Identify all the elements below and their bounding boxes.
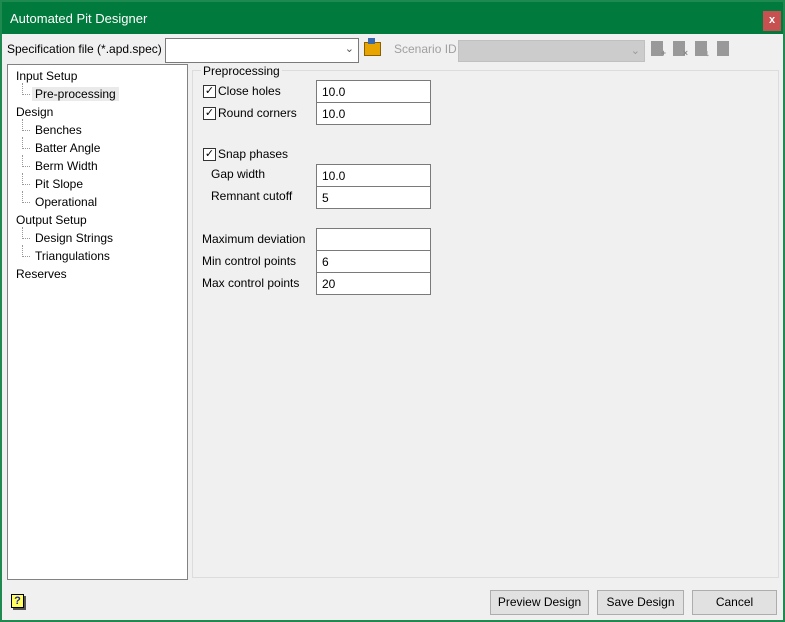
tree-item[interactable]: Design (16, 105, 53, 119)
new-scenario-icon[interactable]: + (651, 41, 666, 58)
navigation-tree: Input Setup Pre-processing Design Benches Ba… (7, 64, 188, 580)
tree-item[interactable]: Pit Slope (35, 177, 83, 191)
tree-item[interactable]: Operational (35, 195, 97, 209)
snap-phases-label: Snap phases (218, 147, 289, 161)
close-button[interactable]: x (763, 11, 781, 31)
tree-connector (22, 227, 30, 239)
document-icon[interactable] (717, 41, 729, 56)
window-title: Automated Pit Designer (10, 11, 148, 26)
tree-connector (22, 155, 30, 167)
tree-connector (22, 83, 30, 95)
spec-file-combo[interactable]: ⌄ (165, 38, 359, 63)
tree-connector (22, 191, 30, 203)
dialog-window: Automated Pit Designer x Specification f… (2, 2, 783, 620)
preview-design-button[interactable]: Preview Design (490, 590, 589, 615)
tree-connector (22, 245, 30, 257)
round-corners-label: Round corners (218, 106, 297, 120)
cancel-button[interactable]: Cancel (692, 590, 777, 615)
chevron-down-icon: ⌄ (344, 43, 354, 55)
remnant-cutoff-label: Remnant cutoff (211, 189, 293, 203)
tree-connector (22, 137, 30, 149)
open-folder-icon[interactable] (364, 38, 381, 56)
round-corners-input[interactable] (316, 102, 431, 125)
save-design-button[interactable]: Save Design (597, 590, 684, 615)
round-corners-checkbox[interactable]: ✓ (203, 107, 216, 120)
min-control-points-label: Min control points (202, 254, 297, 268)
tree-item[interactable]: Reserves (16, 267, 67, 281)
tree-item[interactable]: Pre-processing (32, 87, 119, 101)
help-icon[interactable]: ? (11, 594, 24, 608)
max-deviation-input[interactable] (316, 228, 431, 251)
remnant-cutoff-input[interactable] (316, 186, 431, 209)
tree-connector (22, 173, 30, 185)
spec-file-label: Specification file (*.apd.spec) (7, 42, 162, 56)
title-bar: Automated Pit Designer x (2, 2, 783, 34)
scenario-id-combo[interactable]: ⌄ (458, 40, 645, 62)
close-holes-label: Close holes (218, 84, 281, 98)
min-control-points-input[interactable] (316, 250, 431, 273)
snap-phases-checkbox[interactable]: ✓ (203, 148, 216, 161)
close-holes-input[interactable] (316, 80, 431, 103)
scenario-id-label: Scenario ID (394, 42, 457, 56)
gap-width-input[interactable] (316, 164, 431, 187)
save-scenario-icon[interactable]: ↓ (695, 41, 710, 58)
close-holes-checkbox[interactable]: ✓ (203, 85, 216, 98)
tree-item[interactable]: Output Setup (16, 213, 87, 227)
max-deviation-label: Maximum deviation (202, 232, 306, 246)
max-control-points-input[interactable] (316, 272, 431, 295)
chevron-down-icon: ⌄ (630, 45, 640, 57)
tree-item[interactable]: Berm Width (35, 159, 98, 173)
tree-item[interactable]: Triangulations (35, 249, 110, 263)
gap-width-label: Gap width (211, 167, 266, 181)
tree-item[interactable]: Batter Angle (35, 141, 100, 155)
tree-item[interactable]: Design Strings (35, 231, 113, 245)
max-control-points-label: Max control points (202, 276, 300, 290)
tree-item[interactable]: Input Setup (16, 69, 77, 83)
tree-connector (22, 119, 30, 131)
group-title: Preprocessing (201, 64, 282, 78)
tree-item[interactable]: Benches (35, 123, 82, 137)
delete-scenario-icon[interactable]: × (673, 41, 688, 58)
